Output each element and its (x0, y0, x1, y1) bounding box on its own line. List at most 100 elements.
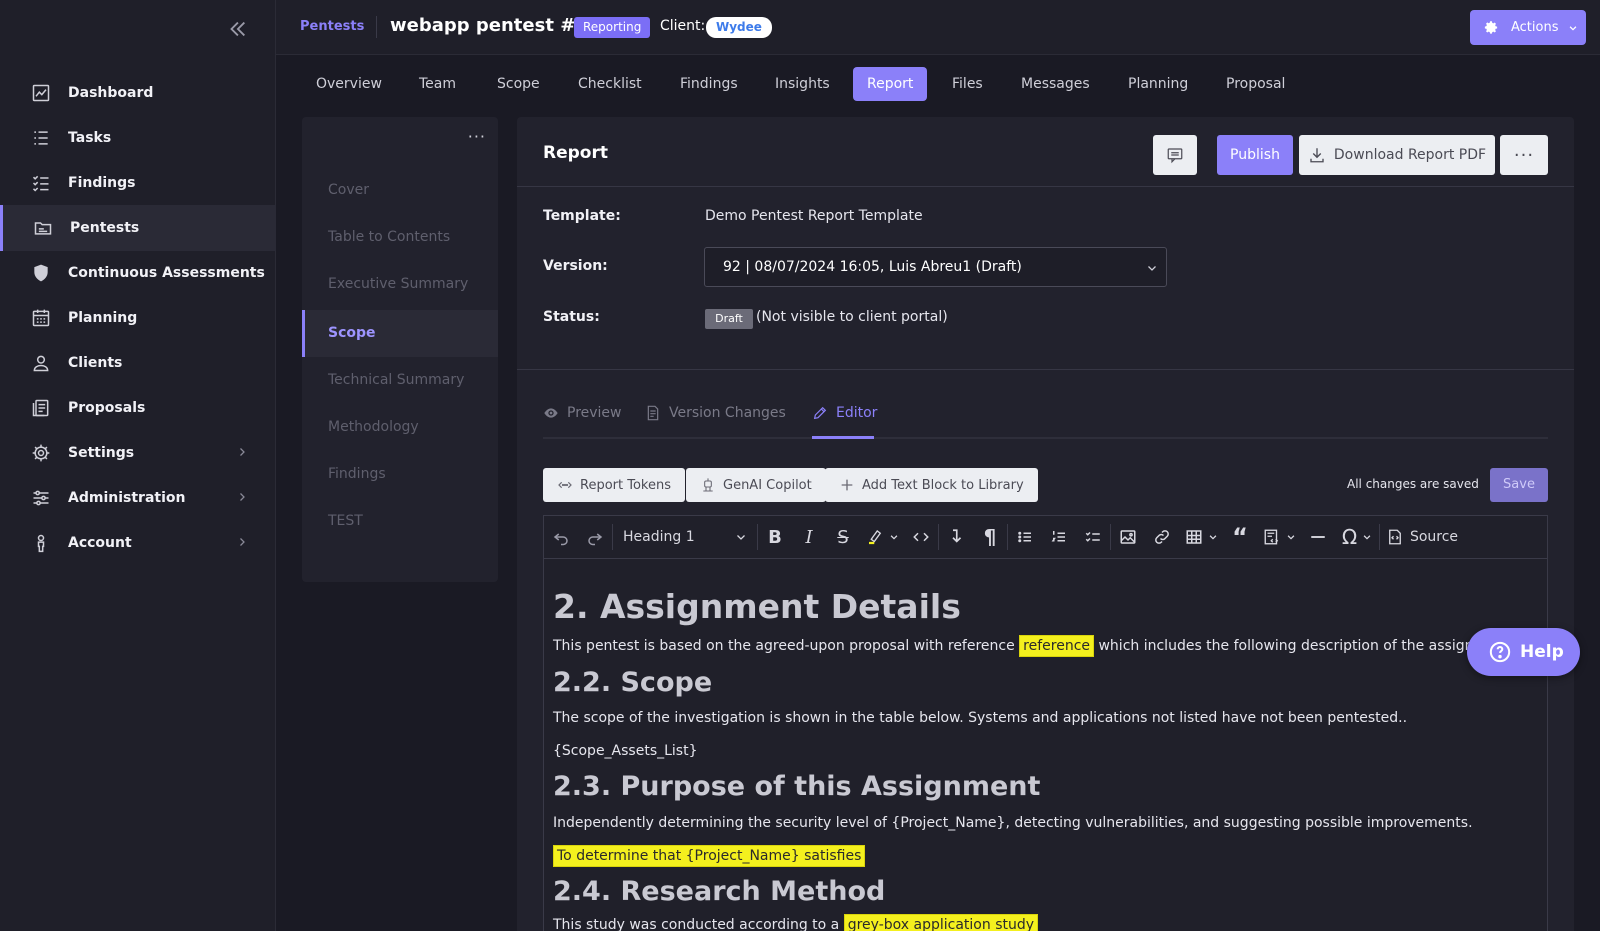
divider (517, 186, 1574, 187)
version-label: Version: (543, 258, 608, 274)
actions-button[interactable]: Actions (1470, 10, 1586, 45)
horizontal-line-button[interactable] (1301, 515, 1335, 559)
link-icon (1153, 528, 1171, 546)
italic-icon: I (805, 526, 813, 548)
chevron-down-icon (889, 532, 899, 542)
sidebar-item-settings[interactable]: Settings (0, 430, 276, 476)
calendar-icon (31, 308, 51, 328)
tab-overview[interactable]: Overview (302, 67, 396, 101)
numbered-list-button[interactable] (1042, 515, 1076, 559)
section-item-technical-summary[interactable]: Technical Summary (302, 357, 498, 404)
sidebar-item-administration[interactable]: Administration (0, 475, 276, 521)
section-item-table-of-contents[interactable]: Table to Contents (302, 214, 498, 261)
download-report-pdf-button[interactable]: Download Report PDF (1299, 135, 1495, 175)
tab-findings[interactable]: Findings (666, 67, 752, 101)
more-options-button[interactable]: ··· (1500, 135, 1548, 175)
chevron-down-icon (1146, 262, 1158, 274)
collapse-sidebar-icon[interactable] (226, 18, 248, 40)
italic-button[interactable]: I (792, 515, 826, 559)
sidebar-item-label: Account (68, 535, 132, 551)
heading-research-method: 2.4. Research Method (553, 876, 886, 907)
code-button[interactable] (904, 515, 938, 559)
section-item-test[interactable]: TEST (302, 498, 498, 545)
bulleted-list-icon (1016, 528, 1034, 546)
sidebar-item-label: Administration (68, 490, 186, 506)
genai-copilot-button[interactable]: GenAI Copilot (686, 468, 826, 502)
paragraph-scope: The scope of the investigation is shown … (553, 710, 1408, 726)
source-button[interactable]: Source (1380, 515, 1464, 559)
blockquote-button[interactable]: “ (1223, 515, 1257, 559)
section-item-findings[interactable]: Findings (302, 451, 498, 498)
strikethrough-button[interactable]: S (826, 515, 860, 559)
image-icon (1119, 528, 1137, 546)
tab-files[interactable]: Files (938, 67, 997, 101)
more-options-icon[interactable]: ··· (468, 127, 486, 146)
tab-scope[interactable]: Scope (483, 67, 554, 101)
redo-icon (586, 528, 604, 546)
subtab-preview[interactable]: Preview (543, 402, 622, 424)
more-horizontal-icon: ··· (1513, 144, 1535, 166)
breadcrumb-pentests[interactable]: Pentests (300, 19, 364, 34)
sidebar-item-proposals[interactable]: Proposals (0, 385, 276, 431)
editor-content[interactable]: 2. Assignment Details This pentest is ba… (543, 559, 1548, 931)
redo-button[interactable] (578, 515, 612, 559)
draft-badge: Draft (705, 309, 753, 329)
numbered-list-icon (1050, 528, 1068, 546)
insert-table-button[interactable] (1179, 515, 1223, 559)
sidebar-item-account[interactable]: Account (0, 520, 276, 566)
tab-proposal[interactable]: Proposal (1212, 67, 1299, 101)
highlight-button[interactable] (860, 515, 904, 559)
tab-insights[interactable]: Insights (761, 67, 844, 101)
page-break-button[interactable] (939, 515, 973, 559)
tab-planning[interactable]: Planning (1114, 67, 1202, 101)
report-sections-panel: ··· Cover Table to Contents Executive Su… (302, 117, 498, 582)
checklist-icon (1084, 528, 1102, 546)
publish-button[interactable]: Publish (1217, 135, 1293, 175)
pencil-icon (812, 405, 828, 421)
paragraph-purpose-highlight: To determine that {Project_Name} satisfi… (553, 845, 866, 867)
report-tokens-button[interactable]: Report Tokens (543, 468, 685, 502)
sidebar-item-continuous-assessments[interactable]: Continuous Assessments (0, 250, 276, 296)
todo-list-button[interactable] (1076, 515, 1110, 559)
insert-image-button[interactable] (1111, 515, 1145, 559)
subtab-version-changes[interactable]: Version Changes (645, 402, 786, 424)
tab-messages[interactable]: Messages (1007, 67, 1104, 101)
divider (517, 369, 1574, 370)
tab-checklist[interactable]: Checklist (564, 67, 656, 101)
comment-button[interactable] (1153, 135, 1197, 175)
bulleted-list-button[interactable] (1008, 515, 1042, 559)
help-label: Help (1520, 642, 1564, 662)
help-button[interactable]: Help (1467, 628, 1580, 676)
chevron-down-icon (1568, 23, 1578, 33)
add-text-block-button[interactable]: Add Text Block to Library (825, 468, 1038, 502)
section-item-methodology[interactable]: Methodology (302, 404, 498, 451)
client-label: Client: (660, 18, 706, 34)
paragraph-button[interactable]: ¶ (973, 515, 1007, 559)
special-characters-button[interactable]: Ω (1335, 515, 1379, 559)
subtab-editor[interactable]: Editor (812, 402, 877, 424)
tab-report[interactable]: Report (853, 67, 928, 101)
version-select[interactable]: 92 | 08/07/2024 16:05, Luis Abreu1 (Draf… (704, 247, 1167, 287)
editor-toolbar: Heading 1 B I S ¶ “ Ω Source (543, 515, 1548, 559)
section-item-cover[interactable]: Cover (302, 167, 498, 214)
bold-button[interactable]: B (758, 515, 792, 559)
undo-button[interactable] (544, 515, 578, 559)
question-circle-icon (1489, 641, 1511, 663)
section-item-executive-summary[interactable]: Executive Summary (302, 261, 498, 308)
heading-scope: 2.2. Scope (553, 667, 713, 698)
insert-template-button[interactable] (1257, 515, 1301, 559)
sidebar-item-clients[interactable]: Clients (0, 340, 276, 386)
sidebar-item-pentests[interactable]: Pentests (0, 205, 276, 251)
section-item-scope[interactable]: Scope (302, 310, 498, 357)
insert-link-button[interactable] (1145, 515, 1179, 559)
client-badge[interactable]: Wydee (706, 17, 772, 38)
save-button[interactable]: Save (1490, 468, 1548, 502)
heading-select[interactable]: Heading 1 (613, 515, 757, 559)
sidebar-item-planning[interactable]: Planning (0, 295, 276, 341)
sidebar-item-findings[interactable]: Findings (0, 160, 276, 206)
sidebar-item-tasks[interactable]: Tasks (0, 115, 276, 161)
paragraph-purpose: Independently determining the security l… (553, 815, 1473, 831)
highlighted-text: To determine that {Project_Name} satisfi… (553, 845, 866, 867)
sidebar-item-dashboard[interactable]: Dashboard (0, 70, 276, 116)
tab-team[interactable]: Team (405, 67, 470, 101)
